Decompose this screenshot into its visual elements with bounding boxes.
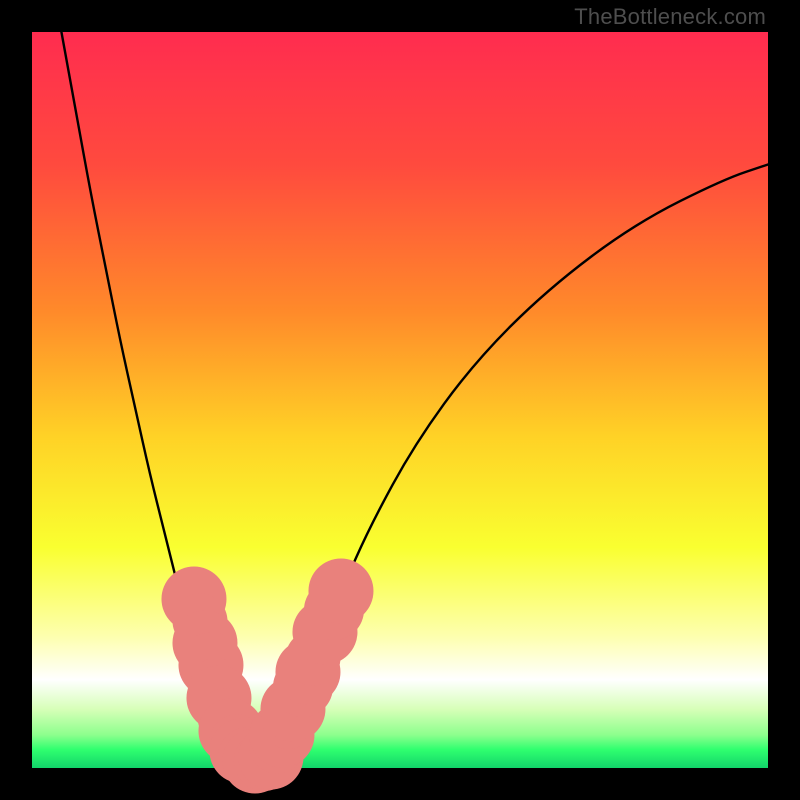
watermark-text: TheBottleneck.com <box>574 4 766 30</box>
frame-border-left <box>0 0 32 800</box>
frame-border-right <box>768 0 800 800</box>
frame-border-bottom <box>0 768 800 800</box>
bottleneck-curve <box>32 32 768 768</box>
curve-right-branch <box>268 164 768 760</box>
plot-area <box>32 32 768 768</box>
highlighted-point <box>309 559 374 624</box>
